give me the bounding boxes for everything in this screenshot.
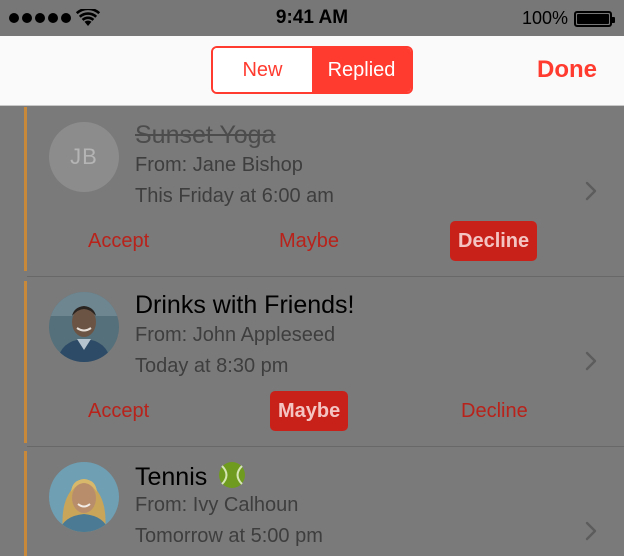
chevron-right-icon[interactable] (584, 520, 598, 542)
maybe-button[interactable]: Maybe (270, 391, 349, 431)
event-time: This Friday at 6:00 am (135, 185, 334, 207)
avatar (49, 292, 119, 362)
invitation-row[interactable]: JB Sunset Yoga From: Jane Bishop This Fr… (0, 107, 624, 277)
maybe-button[interactable]: Maybe (279, 221, 339, 261)
woman-portrait-icon (49, 462, 119, 532)
chevron-right-icon[interactable] (584, 180, 598, 202)
invitation-row[interactable]: Drinks with Friends! From: John Applesee… (0, 277, 624, 447)
event-title: Drinks with Friends! (135, 291, 355, 319)
accept-button[interactable]: Accept (88, 221, 149, 261)
invitation-row[interactable]: Tennis From: Ivy Calhoun Tomorrow at 5:0… (0, 447, 624, 556)
segmented-control: New Replied (211, 46, 413, 94)
battery-percent: 100% (521, 8, 568, 28)
event-title: Tennis (135, 461, 246, 492)
avatar: JB (49, 122, 119, 192)
invitation-list[interactable]: JB Sunset Yoga From: Jane Bishop This Fr… (0, 107, 624, 556)
status-bar: 9:41 AM 100% (0, 0, 624, 36)
avatar (49, 462, 119, 532)
segment-replied[interactable]: Replied (312, 48, 411, 92)
event-time: Tomorrow at 5:00 pm (135, 525, 323, 547)
event-organizer: From: Jane Bishop (135, 154, 303, 176)
chevron-right-icon[interactable] (584, 350, 598, 372)
tennis-ball-icon (219, 462, 246, 488)
battery-icon (574, 11, 615, 27)
rsvp-indicator-bar (24, 451, 27, 556)
done-button[interactable]: Done (537, 56, 597, 84)
decline-button[interactable]: Decline (461, 391, 528, 431)
rsvp-indicator-bar (24, 281, 27, 443)
event-title: Sunset Yoga (135, 121, 276, 149)
event-title-text: Tennis (135, 463, 208, 491)
rsvp-indicator-bar (24, 107, 27, 271)
event-organizer: From: John Appleseed (135, 324, 336, 346)
event-time: Today at 8:30 pm (135, 355, 289, 377)
segment-new[interactable]: New (213, 48, 312, 92)
man-portrait-icon (49, 292, 119, 362)
accept-button[interactable]: Accept (88, 391, 149, 431)
nav-bar: New Replied Done (0, 36, 624, 106)
event-organizer: From: Ivy Calhoun (135, 494, 299, 516)
decline-button[interactable]: Decline (450, 221, 538, 261)
